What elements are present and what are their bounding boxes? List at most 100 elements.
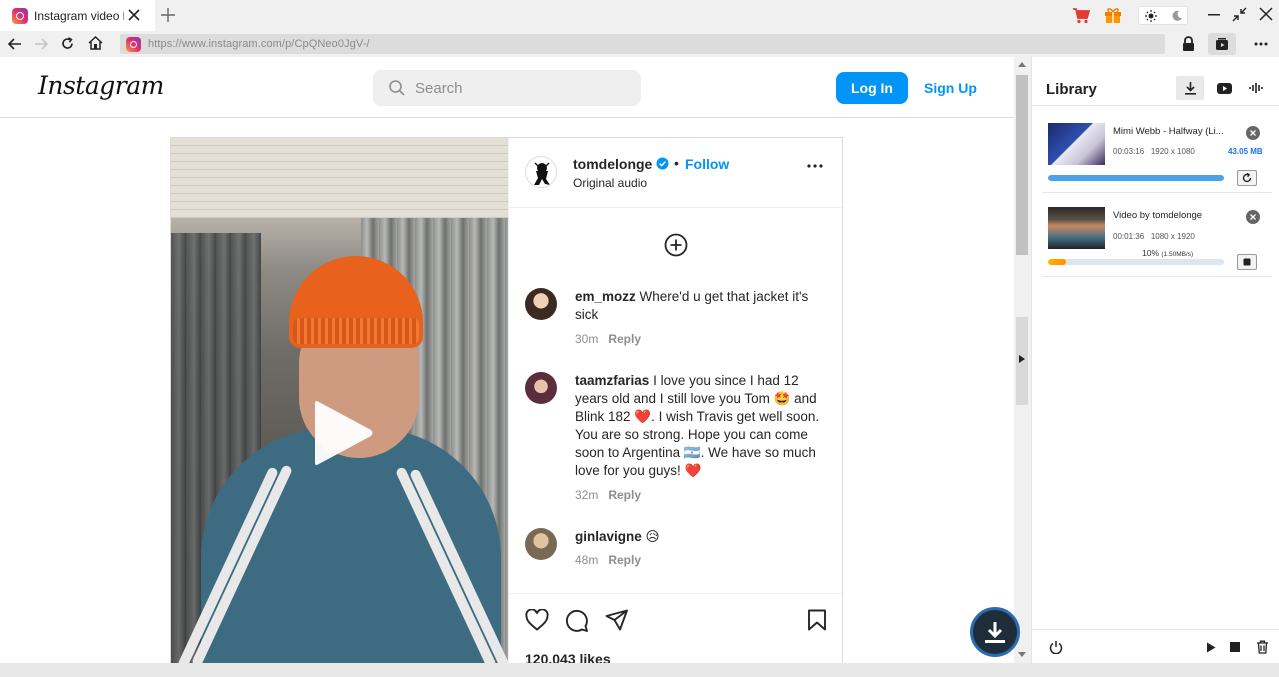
status-bar	[0, 663, 1279, 677]
comment-bubble-icon[interactable]	[565, 609, 589, 633]
instagram-logo[interactable]: Instagram	[38, 71, 164, 100]
url-text[interactable]: https://www.instagram.com/p/CpQNeo0JgV-/	[148, 38, 370, 50]
stop-download-button[interactable]	[1237, 254, 1257, 270]
trash-icon[interactable]	[1256, 640, 1269, 654]
post-header: tomdelonge • Follow Original audio	[509, 138, 844, 208]
comment-username[interactable]: taamzfarias	[575, 373, 649, 388]
signup-link[interactable]: Sign Up	[924, 80, 977, 96]
download-resolution: 1080 x 1920	[1150, 232, 1195, 241]
download-thumbnail	[1048, 207, 1105, 249]
remove-download-button[interactable]	[1246, 126, 1260, 140]
more-menu-icon[interactable]	[1254, 37, 1268, 51]
likes-count[interactable]: 120,043 likes	[525, 651, 611, 663]
comment-meta: 48m Reply	[575, 553, 651, 567]
download-duration: 00:03:16	[1113, 147, 1145, 156]
minimize-icon[interactable]	[1208, 14, 1220, 16]
audio-label[interactable]: Original audio	[573, 176, 647, 190]
share-send-icon[interactable]	[605, 609, 629, 631]
close-window-icon[interactable]	[1259, 7, 1273, 21]
browser-nav-bar: https://www.instagram.com/p/CpQNeo0JgV-/	[0, 31, 1279, 57]
divider	[1032, 105, 1279, 106]
library-toggle-button[interactable]	[1208, 33, 1236, 55]
more-options-icon[interactable]	[807, 164, 823, 168]
comment-avatar[interactable]	[525, 288, 557, 320]
search-box[interactable]	[373, 70, 641, 106]
restore-icon[interactable]	[1232, 7, 1247, 22]
avatar[interactable]	[525, 156, 557, 188]
reply-button[interactable]: Reply	[608, 553, 641, 567]
theme-toggle[interactable]	[1138, 6, 1188, 25]
sun-icon[interactable]	[1145, 10, 1157, 22]
comment-body: I love you since I had 12 years old and …	[575, 373, 820, 478]
download-icon	[985, 622, 1005, 643]
comment-username[interactable]: ginlavigne	[575, 529, 642, 544]
stop-icon	[1243, 258, 1251, 266]
login-button[interactable]: Log In	[836, 72, 908, 104]
reply-button[interactable]: Reply	[608, 488, 641, 502]
back-icon[interactable]	[8, 38, 22, 50]
search-input[interactable]	[415, 79, 615, 97]
comment-avatar[interactable]	[525, 528, 557, 560]
download-progress-fill	[1048, 175, 1224, 181]
comment-item: taamzfarias I love you since I had 12 ye…	[525, 372, 830, 502]
youtube-icon	[1216, 82, 1232, 94]
comment-time: 30m	[575, 332, 599, 346]
download-item[interactable]: Mimi Webb - Halfway (Li... 00:03:16 1920…	[1042, 113, 1272, 193]
new-tab-icon[interactable]	[160, 7, 176, 23]
scroll-thumb[interactable]	[1016, 75, 1028, 255]
instagram-post: tomdelonge • Follow Original audio em_mo…	[170, 137, 844, 663]
download-resolution: 1920 x 1080	[1150, 147, 1195, 156]
power-icon[interactable]	[1049, 640, 1063, 654]
instagram-favicon-icon	[126, 36, 141, 52]
comment-username[interactable]: em_mozz	[575, 289, 636, 304]
download-info: 00:03:16 1920 x 1080	[1113, 147, 1195, 156]
comment-avatar[interactable]	[525, 372, 557, 404]
forward-icon[interactable]	[34, 38, 48, 50]
download-fab-button[interactable]	[970, 607, 1020, 657]
comment-text: em_mozz Where'd u get that jacket it's s…	[575, 288, 830, 324]
download-item[interactable]: Video by tomdelonge 00:01:36 1080 x 1920…	[1042, 197, 1272, 277]
scroll-up-icon[interactable]	[1018, 62, 1026, 67]
address-bar[interactable]: https://www.instagram.com/p/CpQNeo0JgV-/	[120, 34, 1165, 54]
gift-icon[interactable]	[1104, 7, 1122, 24]
verified-badge-icon	[656, 157, 669, 170]
scroll-down-icon[interactable]	[1018, 652, 1026, 657]
library-tab-downloads[interactable]	[1176, 76, 1204, 100]
download-name: Mimi Webb - Halfway (Li...	[1113, 126, 1224, 137]
browser-tab[interactable]: Instagram video b	[0, 0, 155, 31]
post-video[interactable]	[171, 138, 508, 663]
lock-icon[interactable]	[1182, 36, 1195, 51]
stop-all-icon[interactable]	[1230, 642, 1240, 652]
download-speed: (1.50MB/s)	[1161, 251, 1194, 258]
save-bookmark-icon[interactable]	[807, 609, 827, 631]
collapse-panel-icon[interactable]	[1019, 355, 1025, 363]
instagram-favicon-icon	[12, 7, 28, 24]
library-tab-audio[interactable]	[1246, 76, 1266, 100]
download-progress-bar	[1048, 259, 1224, 265]
reload-icon[interactable]	[61, 37, 74, 50]
comment-meta: 32m Reply	[575, 488, 651, 502]
comment-text: taamzfarias I love you since I had 12 ye…	[575, 372, 830, 480]
tab-title: Instagram video b	[34, 8, 124, 23]
comment-body: 😥	[645, 529, 660, 544]
home-icon[interactable]	[88, 36, 103, 50]
like-heart-icon[interactable]	[525, 609, 549, 631]
library-panel: Library Mimi Webb - Halfway (Li... 00:03…	[1031, 57, 1279, 663]
comment-time: 32m	[575, 488, 599, 502]
download-percent: 10% (1.50MB/s)	[1142, 248, 1193, 258]
download-icon	[1184, 82, 1196, 95]
library-tab-video[interactable]	[1214, 76, 1234, 100]
moon-icon[interactable]	[1171, 10, 1183, 22]
retry-download-button[interactable]	[1237, 170, 1257, 186]
close-tab-icon[interactable]	[127, 8, 141, 22]
remove-download-button[interactable]	[1246, 210, 1260, 224]
cart-icon[interactable]	[1072, 7, 1090, 24]
comment-text: ginlavigne 😥	[575, 528, 830, 546]
avatar-figure-icon	[534, 162, 550, 185]
play-icon[interactable]	[311, 400, 375, 466]
post-username[interactable]: tomdelonge	[573, 156, 652, 172]
load-more-comments-icon[interactable]	[664, 233, 688, 257]
reply-button[interactable]: Reply	[608, 332, 641, 346]
play-all-icon[interactable]	[1206, 642, 1216, 653]
follow-button[interactable]: Follow	[685, 156, 729, 172]
